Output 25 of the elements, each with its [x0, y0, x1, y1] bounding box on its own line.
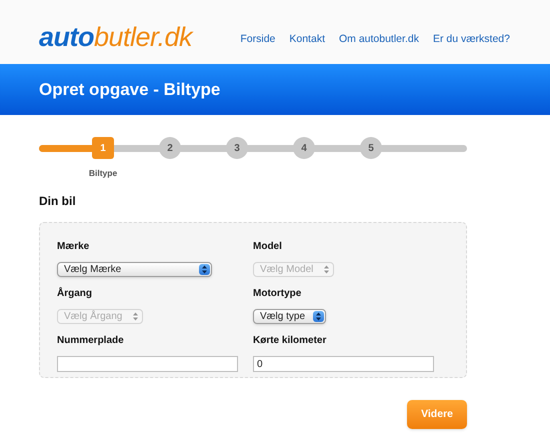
step-marker: 4 — [293, 137, 315, 159]
step-marker: 2 — [159, 137, 181, 159]
page-title: Opret opgave - Biltype — [39, 78, 220, 101]
field-label: Motortype — [253, 287, 302, 301]
field-label: Nummerplade — [57, 334, 125, 348]
step-caption: Biltype — [88, 167, 118, 180]
step-marker: 1 — [92, 137, 114, 159]
step-marker: 5 — [360, 137, 382, 159]
step-marker: 3 — [226, 137, 248, 159]
nav-link[interactable]: Forside — [240, 32, 276, 48]
nav-link[interactable]: Er du værksted? — [432, 32, 510, 48]
dropdown[interactable]: Vælg type — [253, 309, 326, 324]
dropdown[interactable]: Vælg Mærke — [57, 262, 212, 277]
text-input[interactable]: 0 — [253, 356, 434, 372]
field-label: Årgang — [57, 286, 93, 301]
logo[interactable]: autobutler.dk — [39, 24, 192, 50]
updown-arrows-icon — [199, 264, 210, 275]
nav-link[interactable]: Om autobutler.dk — [338, 32, 419, 48]
field-label: Model — [253, 240, 283, 254]
text-input[interactable] — [57, 356, 238, 372]
section-title: Din bil — [39, 193, 77, 210]
field-label: Kørte kilometer — [253, 334, 328, 348]
nav-link[interactable]: Kontakt — [289, 32, 325, 48]
updown-arrows-icon — [313, 311, 324, 322]
field-label: Mærke — [57, 240, 90, 254]
